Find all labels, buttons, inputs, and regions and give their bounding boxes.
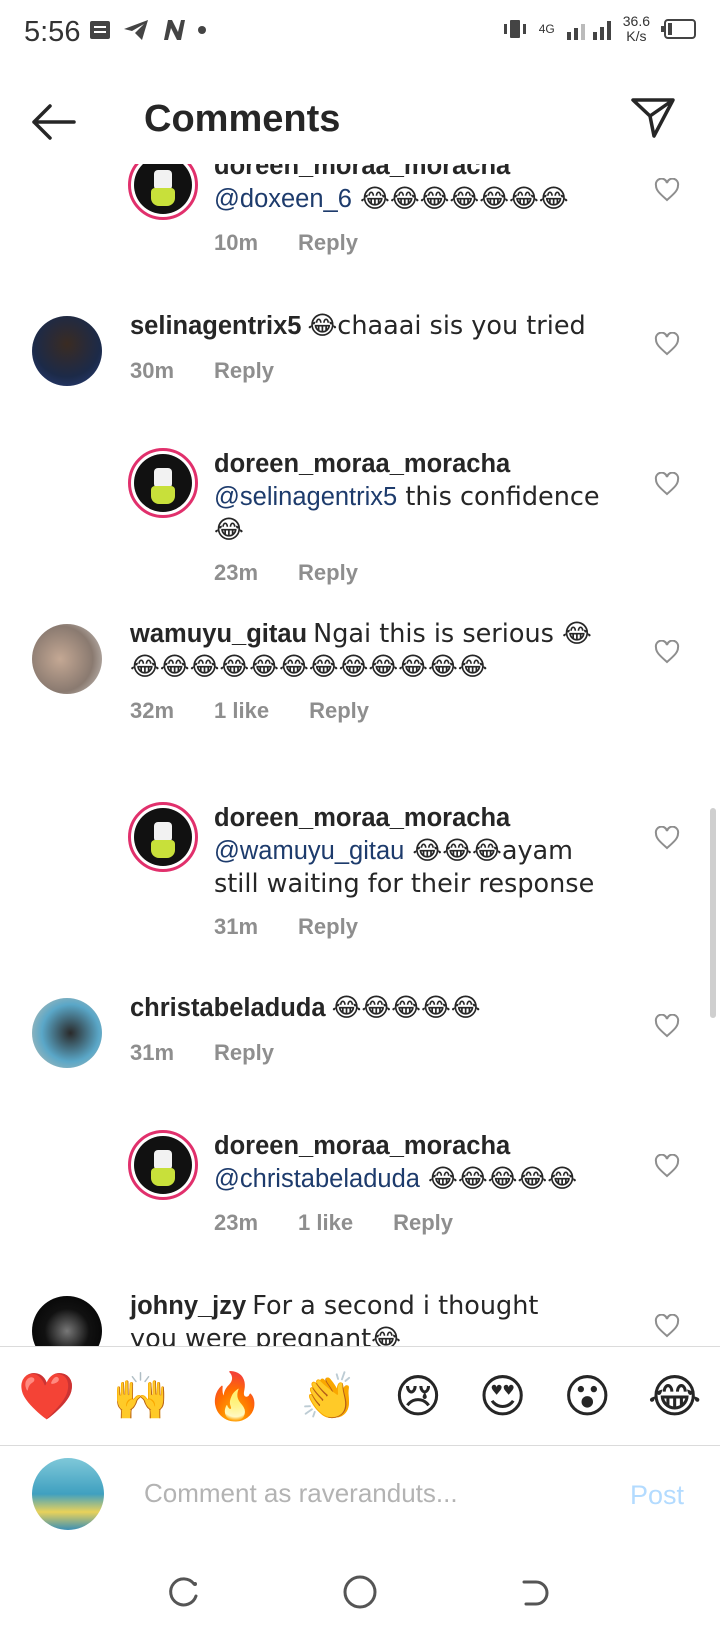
comment-text: selinagentrix5 😂chaaai sis you tried (130, 310, 610, 343)
comment-time: 10m (214, 230, 259, 255)
avatar[interactable] (32, 998, 102, 1068)
news-icon (164, 20, 185, 40)
send-icon[interactable] (630, 96, 676, 140)
emoji-surprised[interactable]: 😮 (563, 1369, 611, 1423)
dot-icon (198, 26, 206, 34)
back-nav-icon[interactable] (518, 1576, 552, 1610)
reply-button[interactable]: Reply (214, 358, 274, 384)
comment-list[interactable]: doreen_moraa_moracha @doxeen_6 😂😂😂😂😂😂😂 1… (0, 164, 720, 1346)
reply-button[interactable]: Reply (309, 698, 369, 724)
comment-body: 😂😂😂😂😂😂😂 (351, 184, 569, 214)
signal-icon (566, 21, 611, 40)
system-nav-bar (0, 1560, 720, 1640)
mention-link[interactable]: @wamuyu_gitau (214, 837, 404, 865)
reply-button[interactable]: Reply (214, 1040, 274, 1066)
comment-text: christabeladuda 😂😂😂😂😂 (130, 992, 610, 1025)
emoji-heart[interactable]: ❤️ (18, 1369, 75, 1424)
reply-button[interactable]: Reply (298, 230, 358, 256)
avatar[interactable] (32, 624, 102, 694)
avatar[interactable] (128, 164, 198, 220)
comment-time: 23m (214, 1210, 259, 1235)
emoji-cry[interactable]: 😢 (394, 1369, 442, 1423)
net-speed: 36.6 K/s (622, 13, 650, 44)
comment-time: 31m (214, 914, 259, 939)
comment-username[interactable]: doreen_moraa_moracha (214, 804, 510, 832)
like-heart-icon[interactable] (654, 1154, 680, 1178)
comment-time: 31m (130, 1040, 175, 1065)
comment-body: 😂😂😂😂😂 (419, 1164, 578, 1194)
comment-time: 30m (130, 358, 175, 383)
like-heart-icon[interactable] (654, 332, 680, 356)
comment-input[interactable]: Comment as raveranduts... (144, 1478, 458, 1509)
battery-icon (661, 19, 696, 39)
like-heart-icon[interactable] (654, 826, 680, 850)
home-icon[interactable] (342, 1574, 378, 1610)
post-button[interactable]: Post (630, 1480, 684, 1511)
comment-username[interactable]: doreen_moraa_moracha (214, 164, 510, 180)
comment-time: 23m (214, 560, 259, 585)
comment-text: doreen_moraa_moracha @doxeen_6 😂😂😂😂😂😂😂 (214, 164, 614, 216)
clock: 5:56 (24, 16, 81, 48)
comment-composer: Comment as raveranduts... Post (0, 1446, 720, 1556)
comment-username[interactable]: doreen_moraa_moracha (214, 1132, 510, 1160)
comment-text: doreen_moraa_moracha @wamuyu_gitau 😂😂😂ay… (214, 802, 614, 901)
avatar[interactable] (32, 1296, 102, 1346)
comment-text: johny_jzy For a second i thought you were… (130, 1290, 590, 1346)
current-user-avatar (32, 1458, 104, 1530)
like-count[interactable]: 1 like (298, 1210, 353, 1236)
comment-meta: 31m Reply (214, 914, 358, 940)
header: Comments (0, 80, 720, 164)
like-heart-icon[interactable] (654, 472, 680, 496)
avatar[interactable] (128, 1130, 198, 1200)
mention-link[interactable]: @christabeladuda (214, 1165, 420, 1193)
mention-link[interactable]: @selinagentrix5 (214, 483, 397, 511)
comment-username[interactable]: christabeladuda (130, 994, 326, 1022)
like-heart-icon[interactable] (654, 640, 680, 664)
emoji-clap[interactable]: 👏 (300, 1369, 357, 1424)
like-heart-icon[interactable] (654, 1314, 680, 1338)
mention-link[interactable]: @doxeen_6 (214, 185, 352, 213)
emoji-quick-bar: ❤️ 🙌 🔥 👏 😢 😍 😮 😂 (0, 1346, 720, 1446)
reply-button[interactable]: Reply (298, 914, 358, 940)
avatar[interactable] (128, 802, 198, 872)
reply-button[interactable]: Reply (393, 1210, 453, 1236)
like-count[interactable]: 1 like (214, 698, 269, 724)
emoji-joy[interactable]: 😂 (648, 1369, 702, 1423)
comment-text: doreen_moraa_moracha @christabeladuda 😂😂… (214, 1130, 634, 1196)
reply-button[interactable]: Reply (298, 560, 358, 586)
comment-username[interactable]: johny_jzy (130, 1292, 246, 1320)
vibrate-icon (503, 20, 526, 38)
message-icon (90, 21, 110, 39)
emoji-raised-hands[interactable]: 🙌 (112, 1369, 169, 1424)
recent-apps-icon[interactable] (166, 1576, 200, 1610)
emoji-heart-eyes[interactable]: 😍 (479, 1369, 527, 1423)
comment-username[interactable]: selinagentrix5 (130, 312, 302, 340)
comment-meta: 30m Reply (130, 358, 274, 384)
comment-meta: 10m Reply (214, 230, 358, 256)
like-heart-icon[interactable] (654, 178, 680, 202)
comment-text: doreen_moraa_moracha @selinagentrix5 thi… (214, 448, 614, 547)
status-right: 4G 36.6 K/s (501, 14, 698, 44)
back-arrow-icon[interactable] (30, 102, 76, 142)
scrollbar[interactable] (710, 808, 716, 1018)
avatar[interactable] (32, 316, 102, 386)
comment-meta: 31m Reply (130, 1040, 274, 1066)
network-type: 4G (538, 22, 555, 36)
comment-time: 32m (130, 698, 175, 723)
avatar[interactable] (128, 448, 198, 518)
comment-meta: 23m Reply (214, 560, 358, 586)
comment-meta: 32m 1 like Reply (130, 698, 369, 724)
comment-body: 😂chaaai sis you tried (307, 311, 586, 341)
comment-username[interactable]: wamuyu_gitau (130, 620, 307, 648)
notification-icons (88, 18, 206, 42)
telegram-icon (124, 20, 148, 40)
comment-username[interactable]: doreen_moraa_moracha (214, 450, 510, 478)
comment-body: 😂😂😂😂😂 (331, 993, 481, 1023)
status-bar: 5:56 4G 36.6 K/s (0, 0, 720, 66)
comment-meta: 23m 1 like Reply (214, 1210, 453, 1236)
emoji-fire[interactable]: 🔥 (206, 1369, 263, 1424)
like-heart-icon[interactable] (654, 1014, 680, 1038)
comment-text: wamuyu_gitau Ngai this is serious 😂😂😂😂😂😂😂… (130, 618, 600, 684)
page-title: Comments (144, 98, 341, 140)
